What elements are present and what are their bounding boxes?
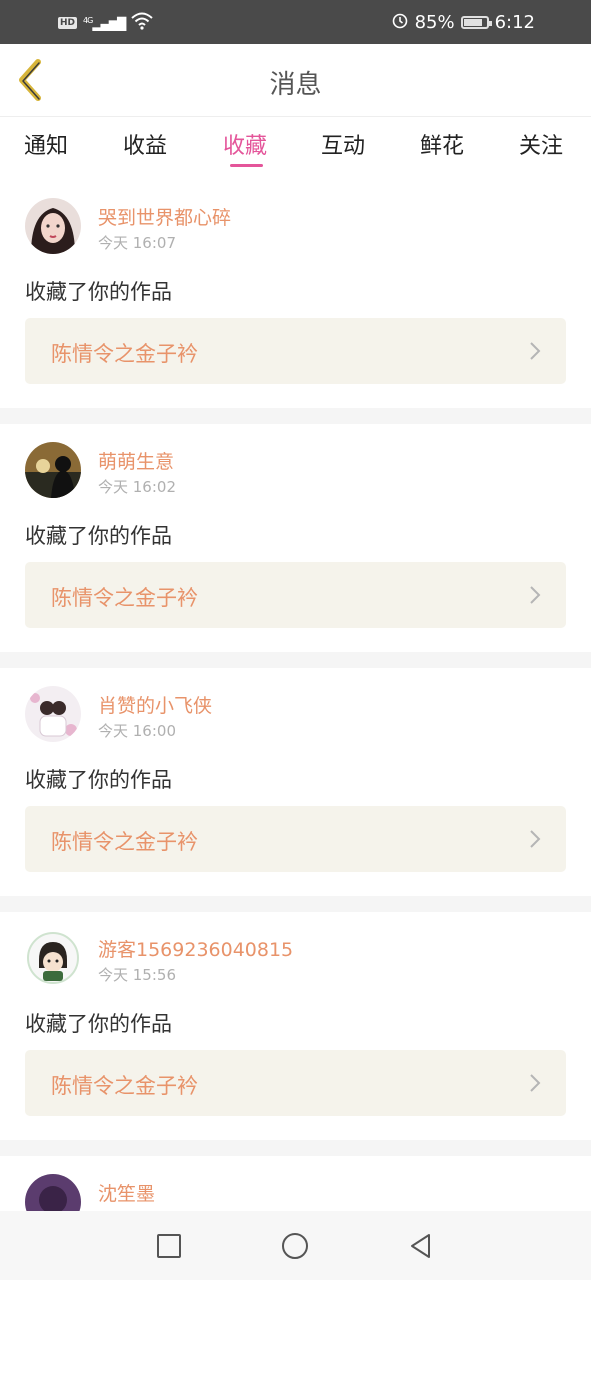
status-right: 85% 6:12 [391, 11, 535, 34]
active-tab-indicator [230, 164, 263, 167]
work-title: 陈情令之金子衿 [51, 342, 198, 366]
tab-flowers[interactable]: 鲜花 [420, 128, 464, 160]
page-title: 消息 [269, 70, 322, 100]
hd-icon: HD [58, 17, 78, 29]
tab-earnings[interactable]: 收益 [123, 128, 167, 160]
message-list: 哭到世界都心碎 今天 16:07 收藏了你的作品 陈情令之金子衿 萌萌生意 今天… [0, 180, 591, 1384]
work-link[interactable]: 陈情令之金子衿 [25, 806, 566, 872]
tab-interactions[interactable]: 互动 [321, 128, 365, 160]
work-title: 陈情令之金子衿 [51, 830, 198, 854]
divider [0, 408, 591, 424]
tab-favorites[interactable]: 收藏 [223, 128, 267, 160]
divider [0, 1140, 591, 1156]
alarm-icon [391, 11, 409, 34]
work-link[interactable]: 陈情令之金子衿 [25, 562, 566, 628]
divider [0, 896, 591, 912]
timestamp: 今天 15:56 [98, 966, 176, 984]
back-triangle-icon[interactable] [405, 1230, 437, 1262]
battery-fill [463, 19, 483, 26]
header: 消息 [0, 44, 591, 117]
wifi-icon [131, 12, 153, 34]
message-text: 收藏了你的作品 [25, 768, 172, 792]
list-item: 游客1569236040815 今天 15:56 收藏了你的作品 陈情令之金子衿 [0, 912, 591, 1140]
chevron-right-icon [530, 586, 541, 604]
system-nav-bar [0, 1211, 591, 1280]
work-link[interactable]: 陈情令之金子衿 [25, 318, 566, 384]
network-type: 4G [83, 15, 93, 25]
message-text: 收藏了你的作品 [25, 524, 172, 548]
list-item: 肖赞的小飞侠 今天 16:00 收藏了你的作品 陈情令之金子衿 [0, 668, 591, 896]
battery-percent: 85% [414, 12, 455, 33]
signal-icon: 4G▂▄▆█ [83, 15, 126, 31]
avatar[interactable] [25, 930, 81, 986]
timestamp: 今天 16:00 [98, 722, 176, 740]
chevron-right-icon [530, 830, 541, 848]
username[interactable]: 哭到世界都心碎 [98, 203, 231, 230]
avatar[interactable] [25, 442, 81, 498]
work-title: 陈情令之金子衿 [51, 1074, 198, 1098]
message-text: 收藏了你的作品 [25, 1012, 172, 1036]
chevron-right-icon [530, 1074, 541, 1092]
tab-following[interactable]: 关注 [519, 128, 563, 160]
recent-apps-square-icon[interactable] [153, 1230, 185, 1262]
timestamp: 今天 16:07 [98, 234, 176, 252]
home-circle-icon[interactable] [279, 1230, 311, 1262]
timestamp: 今天 16:02 [98, 478, 176, 496]
clock: 6:12 [494, 12, 535, 33]
battery-icon [460, 16, 492, 29]
status-left: HD 4G▂▄▆█ [58, 12, 153, 34]
work-title: 陈情令之金子衿 [51, 586, 198, 610]
username[interactable]: 游客1569236040815 [98, 935, 293, 962]
chevron-right-icon [530, 342, 541, 360]
status-bar: HD 4G▂▄▆█ 85% 6:12 [0, 0, 591, 44]
username[interactable]: 萌萌生意 [98, 447, 174, 474]
work-link[interactable]: 陈情令之金子衿 [25, 1050, 566, 1116]
username[interactable]: 沈笙墨 [98, 1179, 155, 1206]
message-text: 收藏了你的作品 [25, 280, 172, 304]
list-item: 哭到世界都心碎 今天 16:07 收藏了你的作品 陈情令之金子衿 [0, 180, 591, 408]
avatar[interactable] [25, 198, 81, 254]
username[interactable]: 肖赞的小飞侠 [98, 691, 212, 718]
tab-notifications[interactable]: 通知 [24, 128, 68, 160]
divider [0, 652, 591, 668]
tab-bar: 通知 收益 收藏 互动 鲜花 关注 [0, 117, 591, 175]
list-item: 萌萌生意 今天 16:02 收藏了你的作品 陈情令之金子衿 [0, 424, 591, 652]
avatar[interactable] [25, 686, 81, 742]
